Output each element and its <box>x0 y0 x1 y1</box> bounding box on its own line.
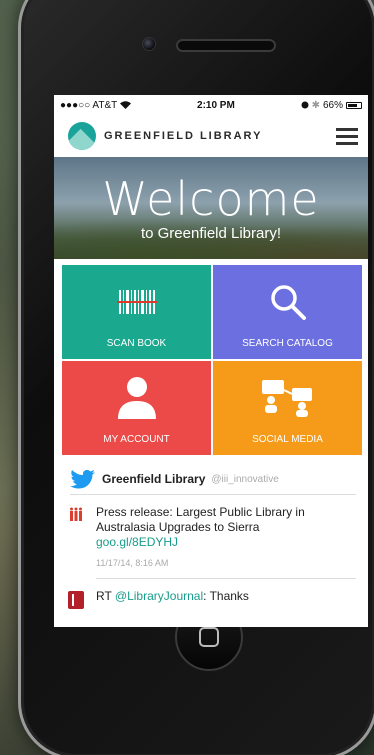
library-journal-logo-icon <box>68 591 84 609</box>
brand[interactable]: GREENFIELD LIBRARY <box>68 122 262 150</box>
social-media-tile[interactable]: SOCIAL MEDIA <box>213 361 362 455</box>
social-network-icon <box>261 379 312 417</box>
camera <box>142 37 156 51</box>
battery-percent: 66% <box>322 99 343 111</box>
speaker <box>176 39 276 52</box>
iii-logo-icon <box>70 507 82 521</box>
library-logo-icon <box>68 122 96 150</box>
carrier: ●●●○○ AT&T <box>60 99 118 111</box>
clock: 2:10 PM <box>197 99 235 111</box>
status-bar: ●●●○○ AT&T 2:10 PM ✱ 66% <box>54 95 368 115</box>
brand-name: GREENFIELD LIBRARY <box>104 130 263 142</box>
search-catalog-tile[interactable]: SEARCH CATALOG <box>213 265 362 359</box>
twitter-bird-icon <box>70 469 95 489</box>
tweet-link[interactable]: goo.gl/8EDYHJ <box>96 535 356 550</box>
app-screen: ●●●○○ AT&T 2:10 PM ✱ 66% GREENFIELD LIBR… <box>54 95 368 627</box>
app-header: GREENFIELD LIBRARY <box>54 115 368 157</box>
battery-icon <box>345 101 362 109</box>
search-catalog-label: SEARCH CATALOG <box>242 338 333 349</box>
tweet-text: RT @LibraryJournal: Thanks <box>96 589 249 609</box>
tweet: RT @LibraryJournal: Thanks <box>66 579 356 609</box>
tweet-avatar <box>66 589 86 609</box>
scan-book-label: SCAN BOOK <box>106 338 167 349</box>
hamburger-menu-icon[interactable] <box>336 127 358 145</box>
tweet: Press release: Largest Public Library in… <box>66 495 356 568</box>
my-account-label: MY ACCOUNT <box>103 434 170 445</box>
user-icon <box>117 376 156 419</box>
twitter-feed: Greenfield Library @iii_innovative Press… <box>54 455 368 609</box>
scan-book-tile[interactable]: SCAN BOOK <box>62 265 211 359</box>
alarm-icon <box>301 101 309 109</box>
barcode-icon <box>116 289 157 314</box>
twitter-handle[interactable]: @iii_innovative <box>211 474 278 485</box>
search-icon <box>270 284 306 320</box>
wifi-icon <box>120 101 132 109</box>
social-media-label: SOCIAL MEDIA <box>252 434 323 445</box>
tweet-message: : Thanks <box>203 589 249 603</box>
welcome-title: Welcome <box>102 171 320 226</box>
twitter-header: Greenfield Library @iii_innovative <box>70 469 356 495</box>
my-account-tile[interactable]: MY ACCOUNT <box>62 361 211 455</box>
retweet-prefix: RT <box>96 589 115 603</box>
home-icon <box>199 627 219 647</box>
twitter-account-name[interactable]: Greenfield Library <box>102 472 205 486</box>
welcome-banner: Welcome to Greenfield Library! <box>54 157 368 259</box>
tweet-message: Press release: Largest Public Library in… <box>96 505 305 534</box>
tweet-avatar <box>66 505 86 568</box>
action-grid: SCAN BOOK SEARCH CATALOG MY ACCOUNT SOCI… <box>54 265 368 455</box>
welcome-subtitle: to Greenfield Library! <box>140 224 282 242</box>
bluetooth-icon: ✱ <box>311 99 320 111</box>
tweet-timestamp: 11/17/14, 8:16 AM <box>96 558 169 568</box>
tweet-mention[interactable]: @LibraryJournal <box>115 589 203 603</box>
tweet-text: Press release: Largest Public Library in… <box>96 505 356 550</box>
